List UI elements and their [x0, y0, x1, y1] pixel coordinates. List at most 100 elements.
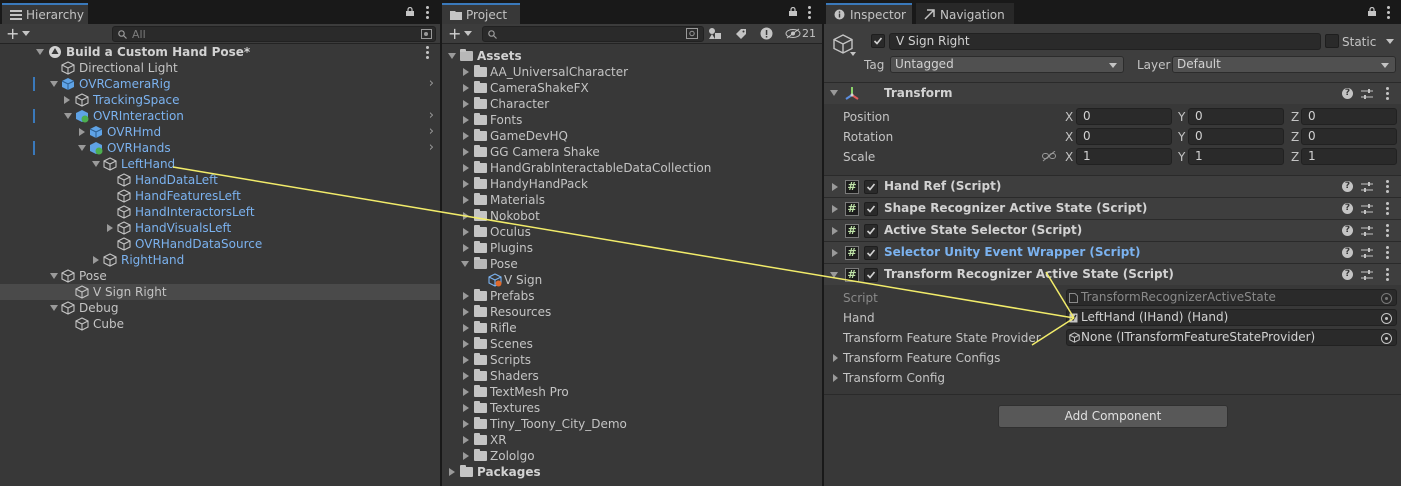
- folder-item[interactable]: Fonts: [442, 112, 822, 128]
- help-icon[interactable]: ?: [1342, 225, 1353, 236]
- tab-navigation[interactable]: Navigation: [916, 3, 1014, 24]
- hierarchy-item[interactable]: Directional Light: [0, 60, 440, 76]
- folder-item[interactable]: Resources: [442, 304, 822, 320]
- fold-right-icon[interactable]: [463, 292, 469, 300]
- fold-right-icon[interactable]: [463, 132, 469, 140]
- hierarchy-item[interactable]: OVRCameraRig ›: [0, 76, 440, 92]
- fold-right-icon[interactable]: [463, 340, 469, 348]
- fold-right-icon[interactable]: [832, 249, 838, 257]
- chevron-right-icon[interactable]: ›: [429, 76, 434, 92]
- help-icon[interactable]: ?: [1342, 247, 1353, 258]
- static-checkbox[interactable]: [1325, 34, 1339, 48]
- fold-right-icon[interactable]: [463, 196, 469, 204]
- component-enabled-checkbox[interactable]: [864, 180, 878, 194]
- fold-down-icon[interactable]: [50, 81, 58, 87]
- folder-item[interactable]: AA_UniversalCharacter: [442, 64, 822, 80]
- hierarchy-item[interactable]: TrackingSpace: [0, 92, 440, 108]
- fold-right-icon[interactable]: [832, 183, 838, 191]
- position-z-input[interactable]: 0: [1301, 108, 1397, 125]
- fold-right-icon[interactable]: [463, 388, 469, 396]
- lock-icon[interactable]: [788, 7, 798, 16]
- fold-right-icon[interactable]: [833, 354, 838, 362]
- tab-inspector[interactable]: Inspector: [826, 3, 912, 24]
- component-menu-icon[interactable]: [1386, 268, 1389, 281]
- asset-item[interactable]: V Sign: [442, 272, 822, 288]
- warning-filter-icon[interactable]: [760, 27, 773, 40]
- settings-sliders-icon[interactable]: [1361, 269, 1373, 281]
- folder-item[interactable]: Tiny_Toony_City_Demo: [442, 416, 822, 432]
- folder-item[interactable]: Scripts: [442, 352, 822, 368]
- inspector-menu-icon[interactable]: [1387, 6, 1390, 19]
- filter-by-label-icon[interactable]: [735, 28, 747, 40]
- static-dropdown-icon[interactable]: [1386, 39, 1394, 44]
- hierarchy-item[interactable]: RightHand: [0, 252, 440, 268]
- fold-right-icon[interactable]: [832, 227, 838, 235]
- fold-right-icon[interactable]: [463, 116, 469, 124]
- folder-item[interactable]: Scenes: [442, 336, 822, 352]
- folder-item[interactable]: Zololgo: [442, 448, 822, 464]
- component-menu-icon[interactable]: [1386, 180, 1389, 193]
- fold-right-icon[interactable]: [463, 436, 469, 444]
- folder-item[interactable]: CameraShakeFX: [442, 80, 822, 96]
- chevron-right-icon[interactable]: ›: [429, 108, 434, 124]
- fold-down-icon[interactable]: [830, 272, 838, 278]
- tag-dropdown[interactable]: Untagged: [890, 56, 1124, 73]
- component-header[interactable]: # Active State Selector (Script)?: [824, 219, 1401, 241]
- folder-item[interactable]: GG Camera Shake: [442, 144, 822, 160]
- hierarchy-item[interactable]: OVRInteraction ›: [0, 108, 440, 124]
- fold-right-icon[interactable]: [463, 84, 469, 92]
- fold-right-icon[interactable]: [463, 404, 469, 412]
- help-icon[interactable]: ?: [1342, 203, 1353, 214]
- fold-right-icon[interactable]: [463, 180, 469, 188]
- chevron-down-icon[interactable]: [464, 31, 472, 36]
- add-component-button[interactable]: Add Component: [998, 405, 1228, 428]
- folder-item[interactable]: Textures: [442, 400, 822, 416]
- folder-item[interactable]: XR: [442, 432, 822, 448]
- config-foldout[interactable]: Transform Config: [832, 370, 1082, 387]
- hierarchy-item[interactable]: Debug: [0, 300, 440, 316]
- hierarchy-item[interactable]: Cube: [0, 316, 440, 332]
- hierarchy-item[interactable]: LeftHand: [0, 156, 440, 172]
- scene-menu-icon[interactable]: [426, 46, 429, 59]
- hidden-packages-icon[interactable]: [785, 28, 801, 39]
- help-icon[interactable]: ?: [1342, 88, 1353, 99]
- folder-item[interactable]: Pose: [442, 256, 822, 272]
- lock-icon[interactable]: [405, 7, 415, 16]
- component-enabled-checkbox[interactable]: [864, 246, 878, 260]
- hierarchy-item[interactable]: Pose: [0, 268, 440, 284]
- hierarchy-item[interactable]: OVRHands ›: [0, 140, 440, 156]
- chevron-right-icon[interactable]: ›: [429, 124, 434, 140]
- folder-item[interactable]: Rifle: [442, 320, 822, 336]
- folder-item[interactable]: HandGrabInteractableDataCollection: [442, 160, 822, 176]
- hierarchy-item[interactable]: HandDataLeft: [0, 172, 440, 188]
- assets-root[interactable]: Assets: [442, 48, 822, 64]
- scale-z-input[interactable]: 1: [1301, 148, 1397, 165]
- fold-down-icon[interactable]: [830, 90, 838, 96]
- project-search-input[interactable]: [482, 26, 704, 42]
- tab-project[interactable]: Project: [442, 3, 520, 24]
- folder-item[interactable]: Shaders: [442, 368, 822, 384]
- fold-right-icon[interactable]: [463, 452, 469, 460]
- object-name-input[interactable]: V Sign Right: [889, 33, 1321, 50]
- folder-item[interactable]: TextMesh Pro: [442, 384, 822, 400]
- scene-row[interactable]: Build a Custom Hand Pose*: [0, 44, 440, 60]
- folder-item[interactable]: Character: [442, 96, 822, 112]
- fold-right-icon[interactable]: [463, 100, 469, 108]
- hierarchy-menu-icon[interactable]: [426, 6, 429, 19]
- component-menu-icon[interactable]: [1386, 224, 1389, 237]
- settings-sliders-icon[interactable]: [1361, 88, 1373, 100]
- object-picker-icon[interactable]: [1381, 313, 1392, 324]
- help-icon[interactable]: ?: [1342, 269, 1353, 280]
- add-object-button[interactable]: +: [6, 25, 19, 42]
- active-checkbox[interactable]: [871, 34, 885, 48]
- scale-y-input[interactable]: 1: [1188, 148, 1284, 165]
- fold-right-icon[interactable]: [463, 244, 469, 252]
- fold-down-icon[interactable]: [50, 305, 58, 311]
- fold-right-icon[interactable]: [463, 228, 469, 236]
- component-header[interactable]: # Shape Recognizer Active State (Script)?: [824, 197, 1401, 219]
- fold-right-icon[interactable]: [463, 356, 469, 364]
- hierarchy-search-input[interactable]: All: [112, 26, 436, 42]
- folder-item[interactable]: Materials: [442, 192, 822, 208]
- scale-x-input[interactable]: 1: [1076, 148, 1172, 165]
- search-by-type-icon[interactable]: [421, 29, 433, 40]
